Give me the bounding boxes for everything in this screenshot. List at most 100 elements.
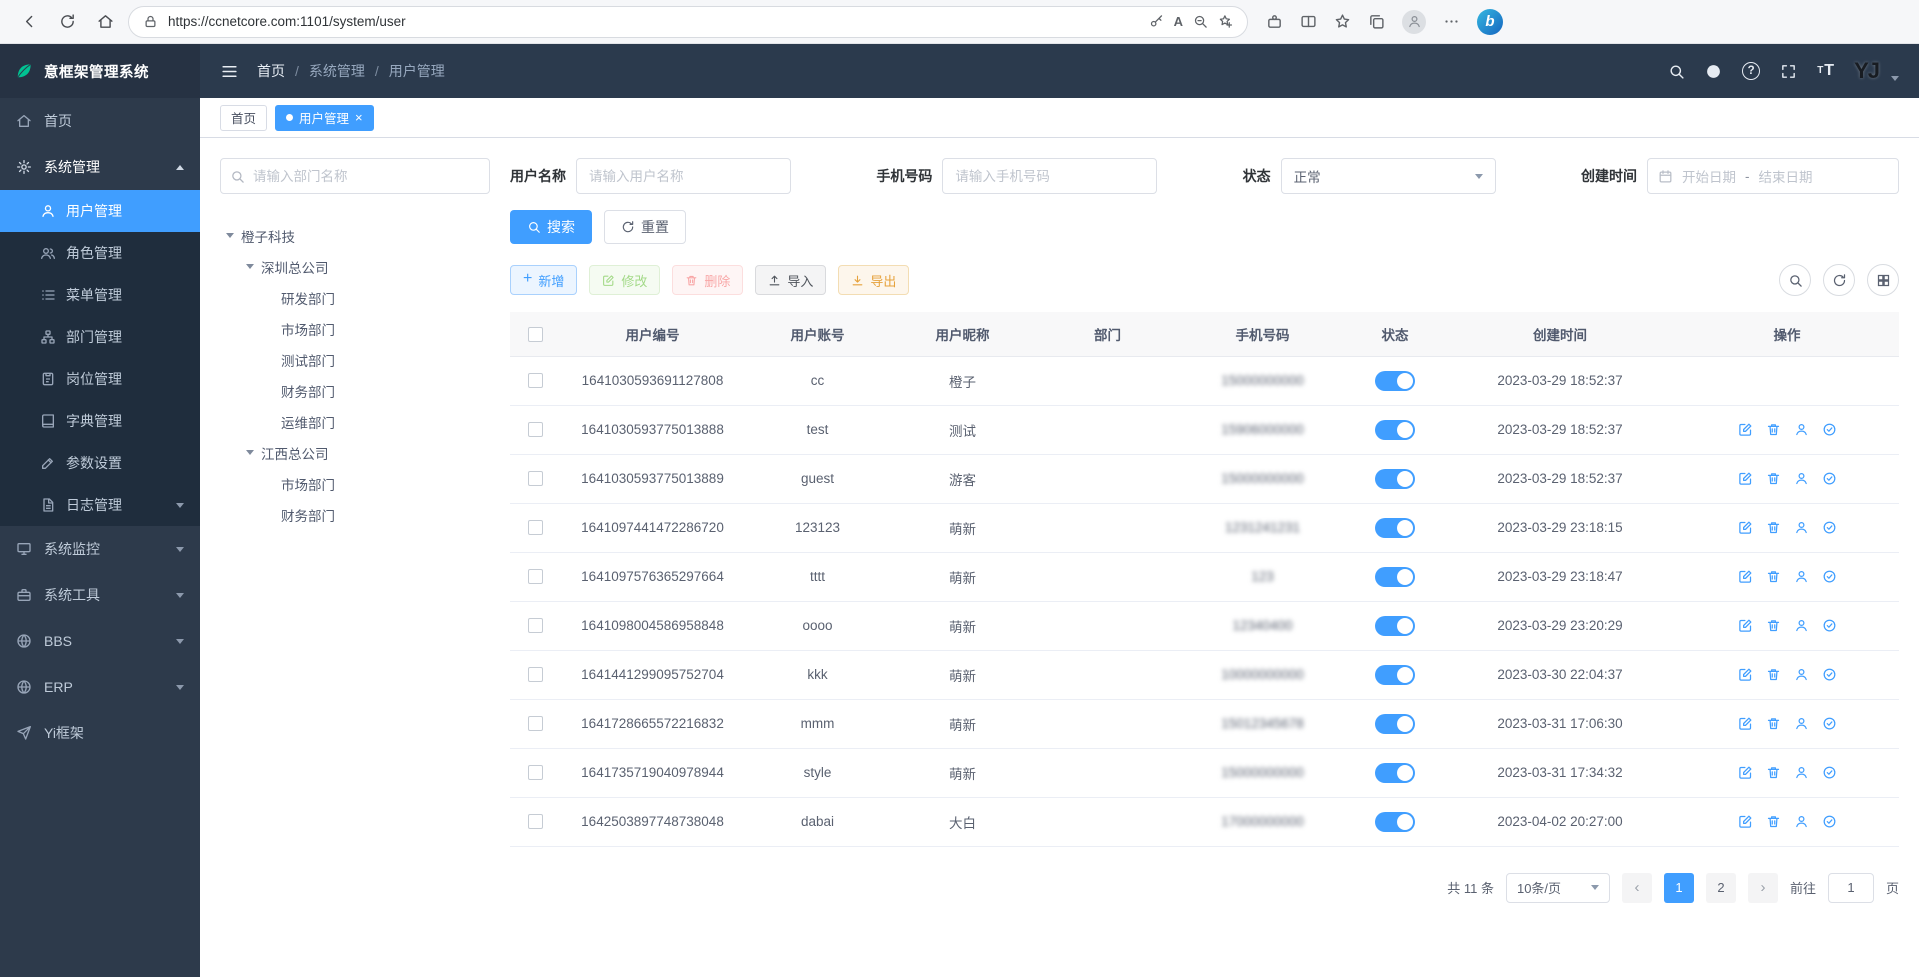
page-size-select[interactable]: 10条/页 [1506, 873, 1610, 903]
row-assign-role-icon[interactable] [1822, 422, 1837, 437]
row-edit-icon[interactable] [1738, 422, 1753, 437]
select-all-checkbox[interactable] [528, 327, 543, 342]
page-button-2[interactable]: 2 [1706, 873, 1736, 903]
import-button[interactable]: 导入 [755, 265, 826, 295]
sidebar-item-monitor[interactable]: 系统监控 [0, 526, 200, 572]
status-toggle[interactable] [1375, 567, 1415, 587]
export-button[interactable]: 导出 [838, 265, 909, 295]
row-edit-icon[interactable] [1738, 716, 1753, 731]
browser-profile-avatar[interactable] [1402, 10, 1426, 34]
split-screen-icon[interactable] [1300, 13, 1317, 30]
row-edit-icon[interactable] [1738, 814, 1753, 829]
sidebar-item-tools[interactable]: 系统工具 [0, 572, 200, 618]
row-delete-icon[interactable] [1766, 814, 1781, 829]
row-delete-icon[interactable] [1766, 520, 1781, 535]
collections-icon[interactable] [1368, 13, 1385, 30]
row-reset-password-icon[interactable] [1794, 667, 1809, 682]
row-delete-icon[interactable] [1766, 422, 1781, 437]
row-assign-role-icon[interactable] [1822, 569, 1837, 584]
tree-node[interactable]: 测试部门 [220, 344, 490, 375]
bing-chat-icon[interactable]: b [1477, 9, 1503, 35]
font-size-icon[interactable]: TT [1817, 63, 1834, 79]
user-avatar[interactable]: YJ [1854, 58, 1879, 84]
row-edit-icon[interactable] [1738, 765, 1753, 780]
row-edit-icon[interactable] [1738, 667, 1753, 682]
add-button[interactable]: + 新增 [510, 265, 577, 295]
github-icon[interactable] [1705, 63, 1722, 80]
row-checkbox[interactable] [528, 765, 543, 780]
row-edit-icon[interactable] [1738, 569, 1753, 584]
url-text[interactable]: https://ccnetcore.com:1101/system/user [168, 14, 1139, 29]
status-toggle[interactable] [1375, 616, 1415, 636]
edit-button[interactable]: 修改 [589, 265, 660, 295]
status-toggle[interactable] [1375, 469, 1415, 489]
row-reset-password-icon[interactable] [1794, 520, 1809, 535]
read-aloud-icon[interactable]: A [1174, 14, 1183, 29]
row-assign-role-icon[interactable] [1822, 814, 1837, 829]
row-edit-icon[interactable] [1738, 520, 1753, 535]
header-search-icon[interactable] [1668, 63, 1685, 80]
sidebar-item-dict-mgmt[interactable]: 字典管理 [0, 400, 200, 442]
sidebar-item-role-mgmt[interactable]: 角色管理 [0, 232, 200, 274]
sidebar-toggle-icon[interactable] [220, 62, 239, 81]
prev-page-button[interactable]: ‹ [1622, 873, 1652, 903]
sidebar-item-erp[interactable]: ERP [0, 664, 200, 710]
tree-node[interactable]: 财务部门 [220, 499, 490, 530]
reset-button[interactable]: 重置 [604, 210, 686, 244]
row-edit-icon[interactable] [1738, 618, 1753, 633]
row-checkbox[interactable] [528, 716, 543, 731]
sidebar-item-dept-mgmt[interactable]: 部门管理 [0, 316, 200, 358]
row-reset-password-icon[interactable] [1794, 569, 1809, 584]
zoom-out-icon[interactable] [1193, 14, 1208, 29]
sidebar-item-param-settings[interactable]: 参数设置 [0, 442, 200, 484]
row-checkbox[interactable] [528, 814, 543, 829]
row-assign-role-icon[interactable] [1822, 520, 1837, 535]
tree-node[interactable]: 市场部门 [220, 468, 490, 499]
sidebar-item-system[interactable]: 系统管理 [0, 144, 200, 190]
tree-caret-icon[interactable] [246, 450, 254, 455]
browser-back-icon[interactable] [14, 7, 44, 37]
row-reset-password-icon[interactable] [1794, 422, 1809, 437]
search-button[interactable]: 搜索 [510, 210, 592, 244]
sidebar-item-bbs[interactable]: BBS [0, 618, 200, 664]
row-edit-icon[interactable] [1738, 471, 1753, 486]
row-delete-icon[interactable] [1766, 765, 1781, 780]
row-checkbox[interactable] [528, 520, 543, 535]
row-reset-password-icon[interactable] [1794, 471, 1809, 486]
delete-button[interactable]: 删除 [672, 265, 743, 295]
row-delete-icon[interactable] [1766, 471, 1781, 486]
tree-caret-icon[interactable] [246, 264, 254, 269]
row-checkbox[interactable] [528, 422, 543, 437]
status-toggle[interactable] [1375, 812, 1415, 832]
row-reset-password-icon[interactable] [1794, 618, 1809, 633]
row-assign-role-icon[interactable] [1822, 471, 1837, 486]
tree-caret-icon[interactable] [226, 233, 234, 238]
close-icon[interactable]: × [355, 111, 363, 124]
row-assign-role-icon[interactable] [1822, 618, 1837, 633]
row-assign-role-icon[interactable] [1822, 765, 1837, 780]
status-toggle[interactable] [1375, 665, 1415, 685]
status-toggle[interactable] [1375, 714, 1415, 734]
status-toggle[interactable] [1375, 371, 1415, 391]
row-checkbox[interactable] [528, 569, 543, 584]
sidebar-item-menu-mgmt[interactable]: 菜单管理 [0, 274, 200, 316]
status-toggle[interactable] [1375, 763, 1415, 783]
breadcrumb-system[interactable]: 系统管理 [309, 61, 365, 81]
phone-input[interactable] [942, 158, 1157, 194]
tab-home[interactable]: 首页 [220, 105, 267, 131]
sidebar-item-post-mgmt[interactable]: 岗位管理 [0, 358, 200, 400]
favorites-bar-icon[interactable] [1334, 13, 1351, 30]
sidebar-item-log-mgmt[interactable]: 日志管理 [0, 484, 200, 526]
sidebar-item-home[interactable]: 首页 [0, 98, 200, 144]
row-reset-password-icon[interactable] [1794, 814, 1809, 829]
breadcrumb-home[interactable]: 首页 [257, 61, 285, 81]
tree-node[interactable]: 橙子科技 [220, 220, 490, 251]
password-key-icon[interactable] [1149, 14, 1164, 29]
column-settings-button[interactable] [1867, 264, 1899, 296]
row-checkbox[interactable] [528, 667, 543, 682]
status-toggle[interactable] [1375, 420, 1415, 440]
dept-search-input[interactable] [220, 158, 490, 194]
row-reset-password-icon[interactable] [1794, 716, 1809, 731]
sidebar-item-user-mgmt[interactable]: 用户管理 [0, 190, 200, 232]
row-delete-icon[interactable] [1766, 618, 1781, 633]
